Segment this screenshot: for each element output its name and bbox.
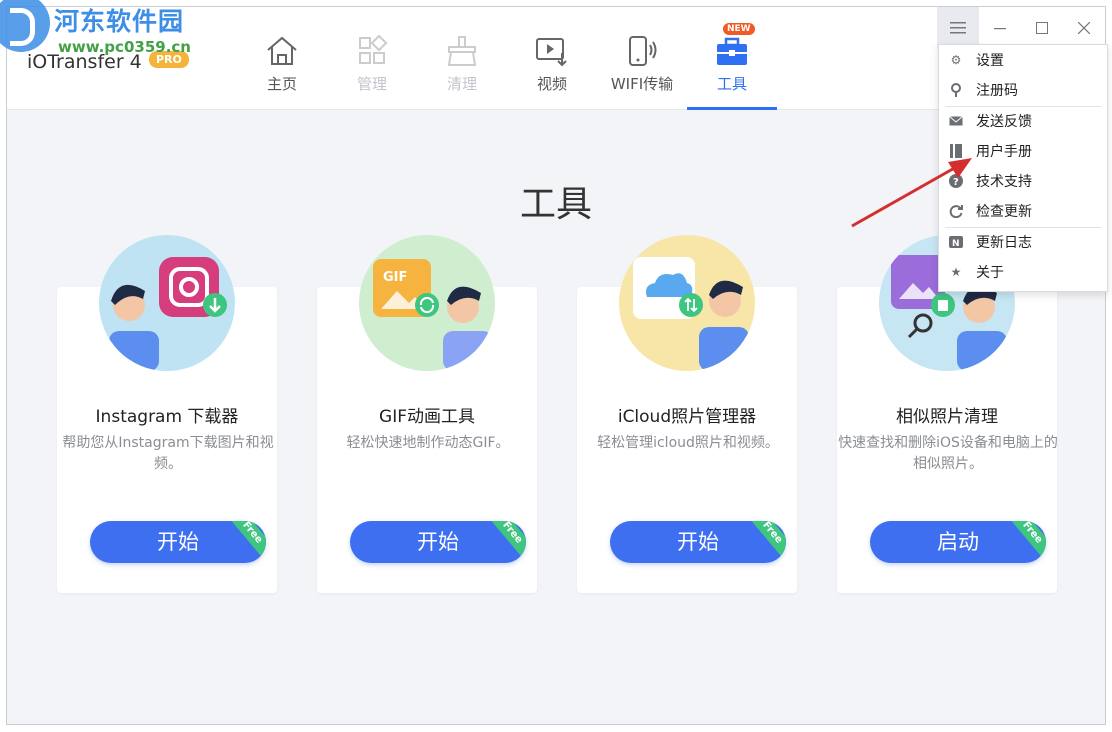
menu-item-register[interactable]: 注册码 (939, 75, 1107, 105)
watermark-url: www.pc0359.cn (58, 38, 191, 56)
key-icon (949, 83, 963, 97)
maximize-button[interactable] (1021, 7, 1063, 49)
grid-icon (359, 35, 388, 64)
start-button-instagram[interactable]: 开始 Free (90, 521, 266, 563)
start-button-label: 启动 (937, 530, 979, 554)
minimize-icon (994, 28, 1006, 30)
free-ribbon: Free (747, 521, 786, 560)
free-ribbon: Free (487, 521, 526, 560)
menu-item-label: 关于 (976, 265, 1004, 281)
broom-icon (447, 36, 477, 66)
start-button-gif[interactable]: 开始 Free (350, 521, 526, 563)
start-button-label: 开始 (157, 530, 199, 554)
menu-item-label: 更新日志 (976, 235, 1032, 251)
free-ribbon: Free (1007, 521, 1046, 560)
toolbox-icon (717, 37, 747, 65)
watermark: 河东软件园 www.pc0359.cn (0, 0, 210, 70)
gif-maker-illustration: GIF (359, 235, 495, 371)
nav-video-label: 视频 (536, 75, 567, 93)
active-tab-indicator (687, 107, 777, 110)
svg-text:GIF: GIF (383, 270, 407, 285)
menu-item-label: 检查更新 (976, 204, 1032, 220)
nav-home-label: 主页 (266, 75, 297, 93)
mail-icon (949, 114, 963, 128)
menu-item-settings[interactable]: ⚙ 设置 (939, 45, 1107, 75)
card-title: iCloud照片管理器 (617, 407, 757, 427)
gear-icon: ⚙ (950, 53, 962, 67)
menu-item-label: 发送反馈 (976, 114, 1032, 130)
video-download-icon (536, 38, 567, 67)
home-icon (267, 36, 297, 65)
minimize-button[interactable] (979, 7, 1021, 49)
nav-tools[interactable]: NEW 工具 (687, 7, 777, 110)
menu-item-label: 设置 (976, 53, 1004, 69)
window-controls (937, 7, 1105, 49)
menu-button[interactable] (937, 7, 979, 49)
hamburger-icon (950, 22, 966, 34)
star-icon: ★ (950, 265, 962, 279)
card-description: 快速查找和删除iOS设备和电脑上的相似照片。 (838, 435, 1058, 472)
card-description: 轻松快速地制作动态GIF。 (346, 435, 510, 451)
annotation-arrow (851, 158, 972, 228)
nav-clean[interactable]: 清理 (417, 7, 507, 109)
card-description: 轻松管理icloud照片和视频。 (597, 435, 779, 451)
start-button-icloud[interactable]: 开始 Free (610, 521, 786, 563)
start-button-label: 开始 (417, 530, 459, 554)
card-title: Instagram 下载器 (95, 407, 239, 427)
new-badge: NEW (723, 23, 755, 35)
nav-manage[interactable]: 管理 (327, 7, 417, 109)
instagram-download-illustration (99, 235, 235, 371)
start-button-label: 开始 (677, 530, 719, 554)
nav-wifi-transfer-label: WIFI传输 (610, 75, 674, 93)
start-button-similar-photos[interactable]: 启动 Free (870, 521, 1046, 563)
nav-video[interactable]: 视频 (507, 7, 597, 109)
card-title: 相似照片清理 (896, 407, 998, 427)
nav-wifi-transfer[interactable]: WIFI传输 (597, 7, 687, 109)
card-description: 帮助您从Instagram下载图片和视频。 (62, 435, 274, 472)
menu-item-label: 注册码 (976, 83, 1018, 99)
nav-clean-label: 清理 (446, 75, 477, 93)
menu-item-feedback[interactable]: 发送反馈 (939, 106, 1107, 136)
menu-item-about[interactable]: ★ 关于 (939, 257, 1107, 287)
close-button[interactable] (1063, 7, 1105, 49)
menu-item-label: 技术支持 (976, 174, 1032, 190)
nav-manage-label: 管理 (356, 75, 387, 93)
maximize-icon (1036, 22, 1048, 34)
free-ribbon: Free (227, 521, 266, 560)
card-title: GIF动画工具 (379, 407, 475, 427)
menu-item-label: 用户手册 (976, 144, 1032, 160)
close-icon (1078, 22, 1090, 34)
icloud-photo-illustration (619, 235, 755, 371)
svg-text:N: N (952, 239, 960, 248)
watermark-logo-icon (0, 0, 50, 52)
nav-tools-label: 工具 (716, 75, 747, 93)
nav-home[interactable]: 主页 (237, 7, 327, 109)
watermark-title: 河东软件园 (54, 7, 185, 36)
main-nav: 主页 管理 清理 视频 WIFI传输 NEW 工具 (237, 7, 777, 110)
wifi-phone-icon (629, 36, 657, 66)
